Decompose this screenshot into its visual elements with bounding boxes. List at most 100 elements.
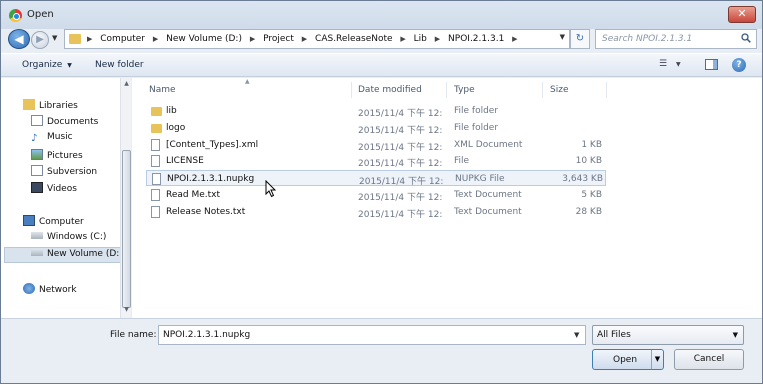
text-file-icon xyxy=(151,189,160,201)
help-button[interactable]: ? xyxy=(732,58,746,72)
chevron-right-icon[interactable]: ▶ xyxy=(153,35,158,43)
file-entry-area: File name: ▼ All Files ▼ Open ▼ Cancel xyxy=(1,318,762,383)
file-type-filter-value: All Files xyxy=(597,330,631,340)
column-header-size[interactable]: Size xyxy=(550,78,568,100)
breadcrumb-cas-releasenote[interactable]: CAS.ReleaseNote xyxy=(315,34,392,44)
open-dialog: Open ✕ ◀ ▶ ▼ ▶ Computer ▶ New Volume (D:… xyxy=(0,0,763,384)
file-name: Read Me.txt xyxy=(166,190,221,200)
sidebar-item-new-volume-d[interactable]: New Volume (D:) xyxy=(31,249,123,259)
mouse-cursor-icon xyxy=(265,180,277,198)
view-list-icon: ☰ xyxy=(659,59,668,69)
sidebar-item-windows-c[interactable]: Windows (C:) xyxy=(31,232,106,242)
change-view-button[interactable]: ☰ ▼ xyxy=(659,59,689,73)
file-size: 1 KB xyxy=(581,140,602,150)
scroll-down-icon[interactable]: ▼ xyxy=(122,306,131,316)
organize-button[interactable]: Organize ▼ xyxy=(22,60,72,70)
file-row-license[interactable]: LICENSE 2015/11/4 下午 12:... File 10 KB xyxy=(146,153,606,169)
sidebar-item-label: Music xyxy=(47,132,73,142)
breadcrumb-lib[interactable]: Lib xyxy=(414,34,427,44)
chevron-right-icon[interactable]: ▶ xyxy=(250,35,255,43)
chevron-right-icon[interactable]: ▶ xyxy=(302,35,307,43)
sidebar-item-pictures[interactable]: Pictures xyxy=(31,149,83,161)
open-options-dropdown-icon[interactable]: ▼ xyxy=(651,350,663,369)
sidebar-item-label: Libraries xyxy=(39,101,78,111)
file-size: 3,643 KB xyxy=(562,174,603,184)
sidebar-item-label: Windows (C:) xyxy=(47,232,107,242)
file-name: LICENSE xyxy=(166,156,204,166)
chevron-right-icon[interactable]: ▶ xyxy=(400,35,405,43)
cancel-button[interactable]: Cancel xyxy=(674,349,744,370)
sidebar-item-label: Network xyxy=(39,285,77,295)
file-name-input[interactable] xyxy=(158,325,586,345)
breadcrumb-new-volume[interactable]: New Volume (D:) xyxy=(166,34,242,44)
new-folder-button[interactable]: New folder xyxy=(95,60,144,70)
open-button[interactable]: Open ▼ xyxy=(592,349,664,370)
file-name: Release Notes.txt xyxy=(166,207,246,217)
chevron-right-icon[interactable]: ▶ xyxy=(512,35,517,43)
sidebar-item-libraries[interactable]: Libraries xyxy=(23,99,78,111)
file-type: File xyxy=(454,156,470,166)
file-row-readme[interactable]: Read Me.txt 2015/11/4 下午 12:... Text Doc… xyxy=(146,187,606,203)
breadcrumb-npoi[interactable]: NPOI.2.1.3.1 xyxy=(448,34,504,44)
column-divider[interactable] xyxy=(542,82,543,98)
sidebar-item-network[interactable]: Network xyxy=(23,283,77,295)
sidebar-item-label: New Volume (D:) xyxy=(47,249,123,259)
search-icon[interactable] xyxy=(741,33,751,43)
recent-locations-dropdown[interactable]: ▼ xyxy=(52,34,62,46)
preview-pane-icon[interactable] xyxy=(705,59,718,70)
file-size: 10 KB xyxy=(575,156,602,166)
file-row-content-types[interactable]: [Content_Types].xml 2015/11/4 下午 12:... … xyxy=(146,137,606,153)
column-header-type[interactable]: Type xyxy=(454,78,475,100)
sidebar-item-label: Videos xyxy=(47,184,77,194)
scroll-up-icon[interactable]: ▲ xyxy=(122,80,131,90)
file-date: 2015/11/4 下午 12:... xyxy=(359,177,443,187)
column-header-date[interactable]: Date modified xyxy=(358,78,422,100)
network-icon xyxy=(23,283,35,294)
file-date: 2015/11/4 下午 12:... xyxy=(358,210,442,220)
breadcrumb-project[interactable]: Project xyxy=(263,34,294,44)
sidebar-item-label: Pictures xyxy=(47,151,83,161)
file-name: [Content_Types].xml xyxy=(166,140,259,150)
chevron-right-icon[interactable]: ▶ xyxy=(435,35,440,43)
address-bar[interactable]: ▶ Computer ▶ New Volume (D:) ▶ Project ▶… xyxy=(64,29,570,49)
organize-label: Organize xyxy=(22,60,63,70)
sidebar-item-subversion[interactable]: Subversion xyxy=(31,165,97,177)
chevron-down-icon: ▼ xyxy=(67,62,72,69)
breadcrumb: ▶ Computer ▶ New Volume (D:) ▶ Project ▶… xyxy=(87,34,523,44)
forward-button[interactable]: ▶ xyxy=(31,31,49,49)
column-divider[interactable] xyxy=(606,82,607,98)
back-button[interactable]: ◀ xyxy=(8,29,30,49)
file-type-filter-select[interactable]: All Files ▼ xyxy=(592,325,744,345)
documents-icon xyxy=(31,115,43,126)
close-button[interactable]: ✕ xyxy=(728,6,756,23)
sidebar-item-documents[interactable]: Documents xyxy=(31,115,98,127)
pictures-icon xyxy=(31,149,43,160)
column-header-name[interactable]: Name xyxy=(149,78,176,100)
file-date: 2015/11/4 下午 12:... xyxy=(358,193,442,203)
search-input[interactable]: Search NPOI.2.1.3.1 xyxy=(595,29,757,49)
refresh-button[interactable]: ↻ xyxy=(570,29,590,49)
videos-icon xyxy=(31,182,43,193)
search-placeholder: Search NPOI.2.1.3.1 xyxy=(602,34,693,44)
sidebar-item-computer[interactable]: Computer xyxy=(23,215,84,227)
file-name-dropdown-icon[interactable]: ▼ xyxy=(574,331,579,339)
file-row-lib[interactable]: lib 2015/11/4 下午 12:... File folder xyxy=(146,103,606,119)
breadcrumb-computer[interactable]: Computer xyxy=(100,34,145,44)
column-divider[interactable] xyxy=(351,82,352,98)
sidebar-item-music[interactable]: ♪ Music xyxy=(31,132,73,144)
file-name: lib xyxy=(166,106,177,116)
navigation-bar: ◀ ▶ ▼ ▶ Computer ▶ New Volume (D:) ▶ Pro… xyxy=(1,29,762,51)
address-dropdown-icon[interactable]: ▼ xyxy=(560,33,565,41)
navigation-pane: Libraries Documents ♪ Music Pictures Subv… xyxy=(1,78,131,318)
navigation-scrollbar[interactable]: ▲ ▼ xyxy=(120,78,131,318)
sidebar-item-videos[interactable]: Videos xyxy=(31,182,77,194)
file-row-nupkg[interactable]: NPOI.2.1.3.1.nupkg 2015/11/4 下午 12:... N… xyxy=(146,170,606,187)
file-type: Text Document xyxy=(454,207,522,217)
file-row-release-notes[interactable]: Release Notes.txt 2015/11/4 下午 12:... Te… xyxy=(146,204,606,220)
column-divider[interactable] xyxy=(446,82,447,98)
chevron-down-icon: ▼ xyxy=(732,331,738,339)
scroll-thumb[interactable] xyxy=(122,150,131,308)
file-row-logo[interactable]: logo 2015/11/4 下午 12:... File folder xyxy=(146,120,606,136)
chevron-right-icon[interactable]: ▶ xyxy=(87,35,92,43)
folder-icon xyxy=(69,34,81,44)
